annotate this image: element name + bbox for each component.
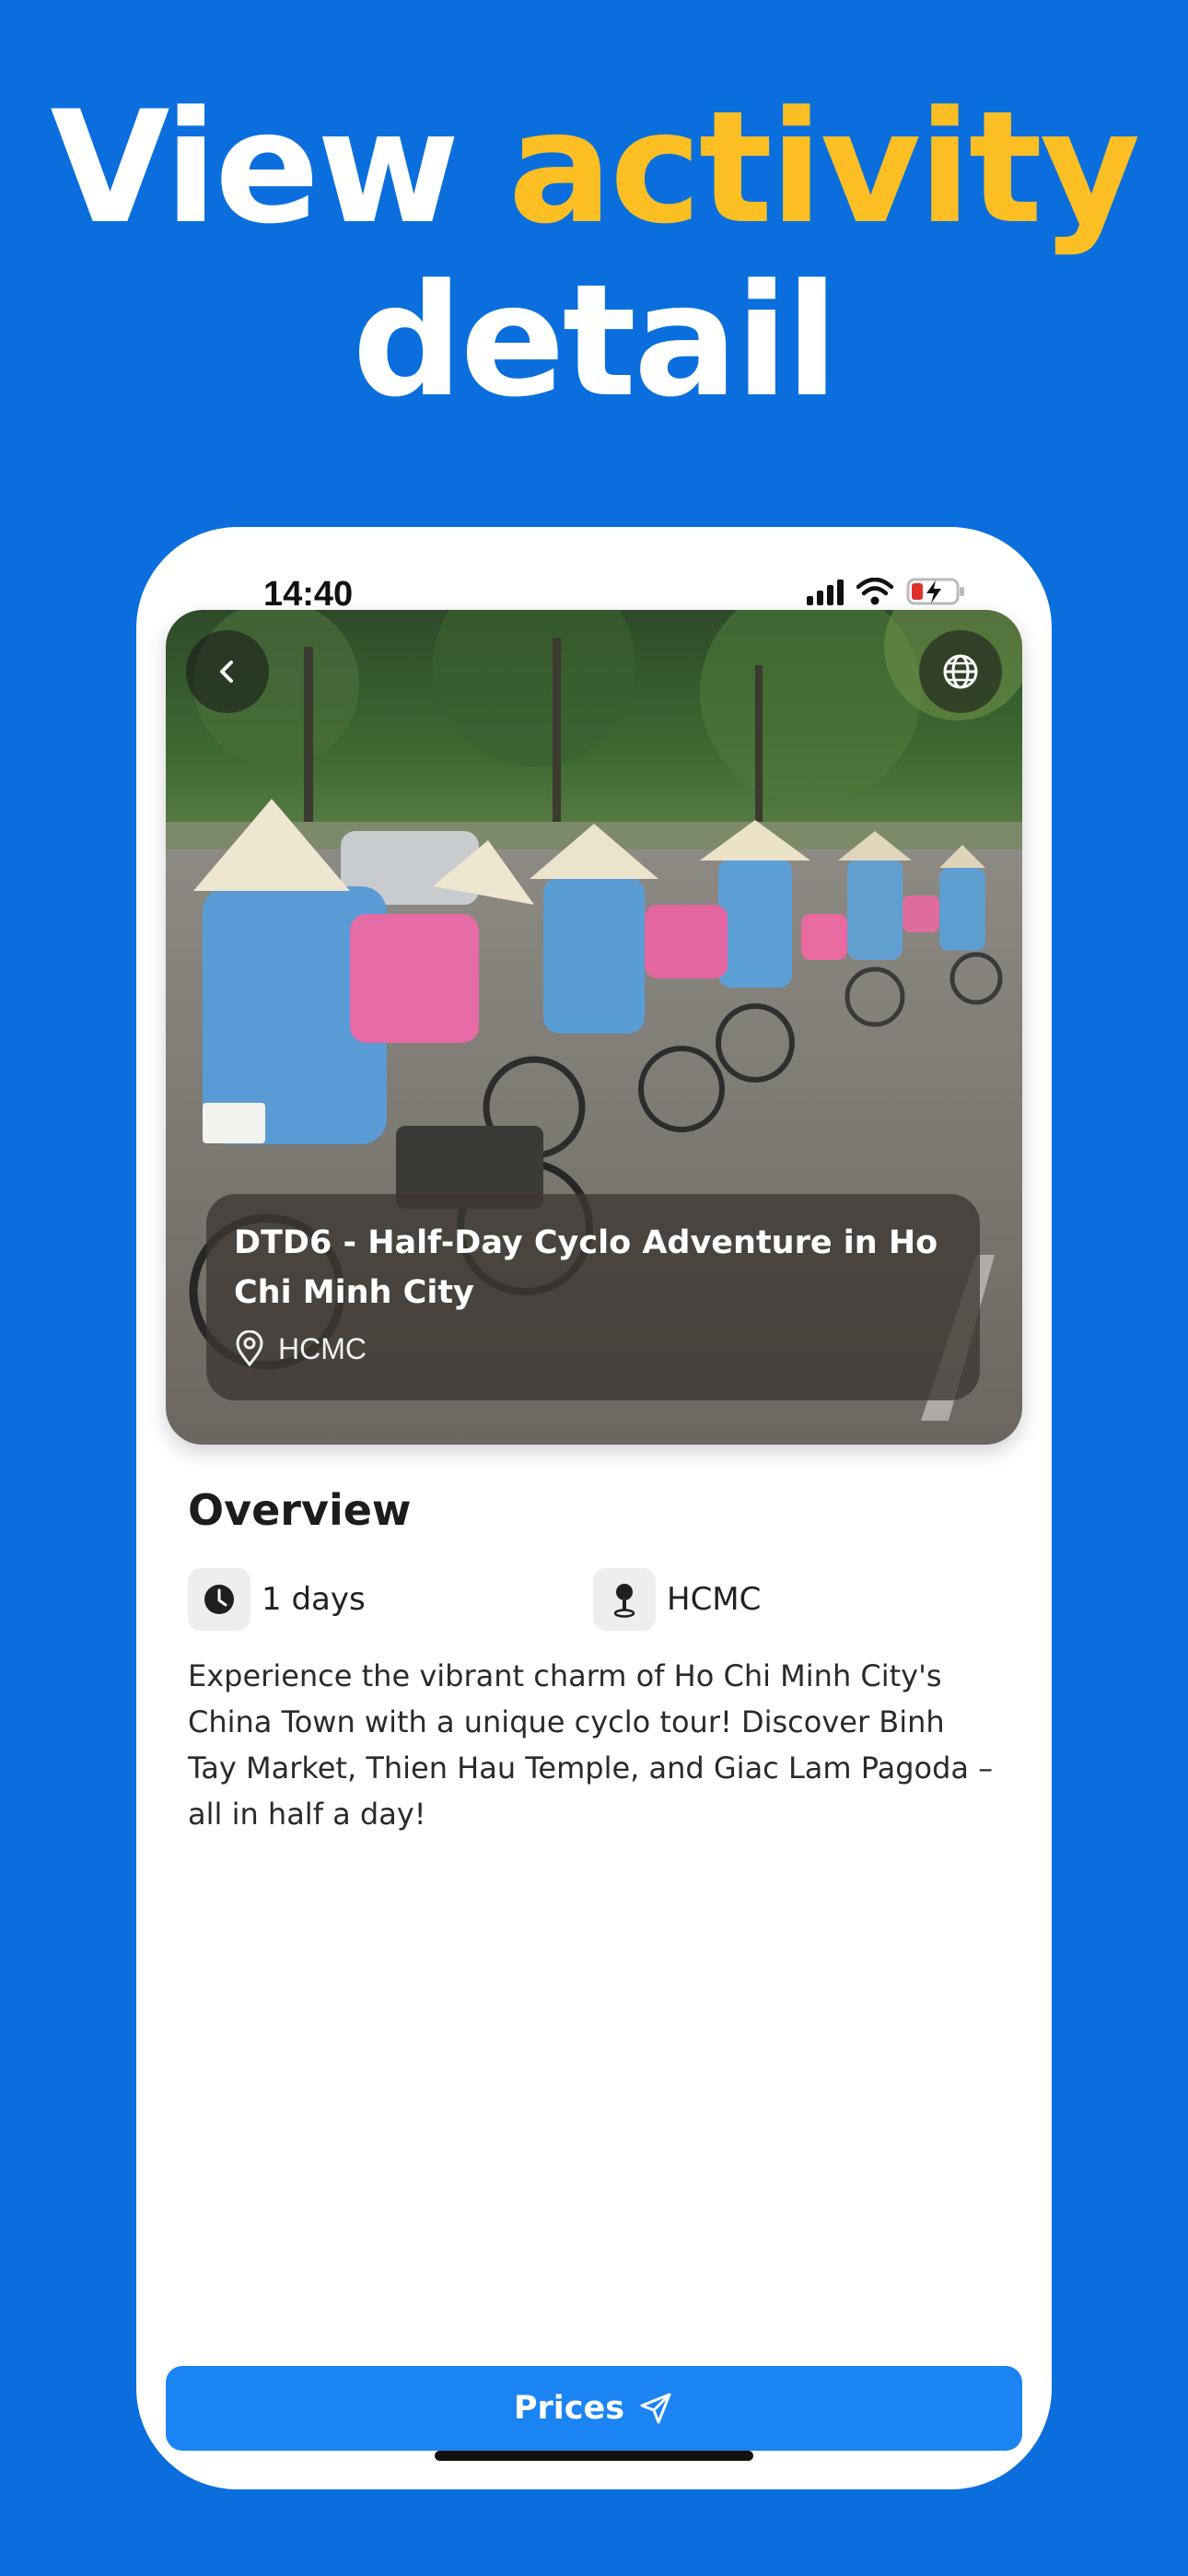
- duration-info: 1 days: [188, 1568, 366, 1631]
- activity-location-text: HCMC: [278, 1331, 367, 1365]
- chevron-left-icon: [220, 661, 233, 683]
- headline-accent: activity: [507, 77, 1141, 258]
- activity-hero-image: DTD6 - Half-Day Cyclo Adventure in Ho Ch…: [166, 610, 1022, 1445]
- send-icon: [640, 2393, 671, 2424]
- home-indicator[interactable]: [435, 2451, 753, 2461]
- headline-line-1: View activity: [0, 81, 1188, 254]
- wifi-icon: [856, 578, 893, 605]
- activity-description: Experience the vibrant charm of Ho Chi M…: [188, 1658, 994, 1832]
- globe-icon: [943, 654, 978, 689]
- language-button[interactable]: [919, 630, 1002, 713]
- battery-charging-icon: [906, 578, 964, 605]
- map-pin-icon: [593, 1568, 656, 1631]
- headline-plain: View: [50, 77, 508, 258]
- activity-title: DTD6 - Half-Day Cyclo Adventure in Ho Ch…: [234, 1224, 938, 1311]
- status-time: 14:40: [263, 575, 354, 614]
- phone-screen: 14:40 DTD6 - Half-Day Cyclo Adventure in…: [136, 527, 1052, 2489]
- prices-button-label: Prices: [513, 2390, 625, 2427]
- overview-title: Overview: [188, 1485, 412, 1535]
- prices-button[interactable]: Prices: [166, 2366, 1022, 2451]
- signal-icon: [807, 578, 844, 605]
- headline-line-2: detail: [352, 251, 838, 431]
- clock-icon: [188, 1568, 250, 1631]
- place-text: HCMC: [667, 1581, 762, 1618]
- location-pin-icon: [236, 1330, 263, 1367]
- duration-text: 1 days: [262, 1581, 366, 1618]
- promo-headline: View activity detail: [0, 81, 1188, 427]
- back-button[interactable]: [186, 630, 269, 713]
- activity-location: HCMC: [234, 1330, 952, 1367]
- activity-caption: DTD6 - Half-Day Cyclo Adventure in Ho Ch…: [206, 1194, 980, 1400]
- place-info: HCMC: [593, 1568, 761, 1631]
- status-icons: [807, 577, 967, 606]
